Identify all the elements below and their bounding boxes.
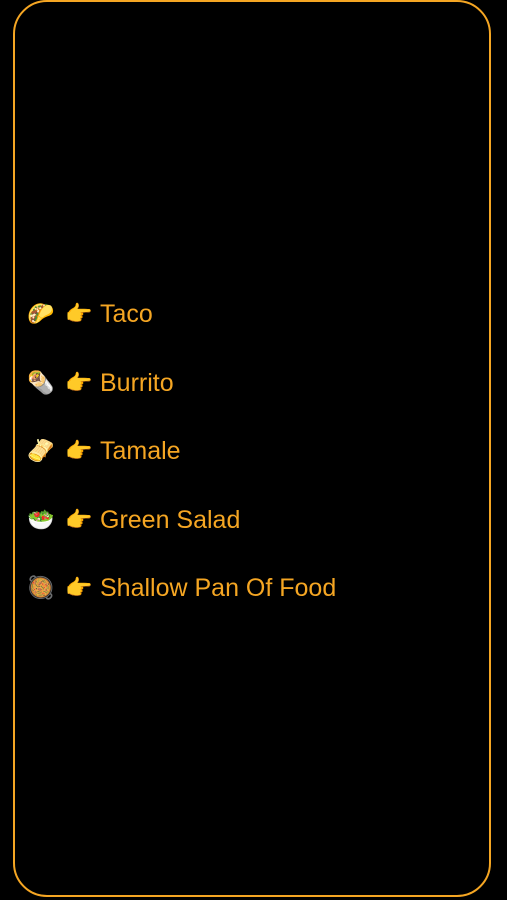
shallow-pan-of-food-icon: 🥘 — [27, 575, 55, 600]
list-item-label: Green Salad — [100, 505, 241, 534]
pointing-hand-icon: 👉 — [65, 438, 93, 463]
list-item-label: Tamale — [100, 437, 181, 465]
pointing-hand-icon: 👉 — [65, 506, 93, 532]
list-item-taco[interactable]: 🌮 👉 Taco — [26, 294, 486, 334]
food-list: 🌮 👉 Taco 🌯 👉 Burrito 🫔 👉 Tamale 🥗 👉 Gree… — [26, 294, 486, 608]
list-item-label: Burrito — [100, 368, 174, 397]
list-item-green-salad[interactable]: 🥗 👉 Green Salad — [26, 500, 486, 540]
pointing-hand-icon: 👉 — [65, 369, 93, 395]
pointing-hand-icon: 👉 — [65, 301, 93, 326]
list-item-label: Shallow Pan Of Food — [100, 574, 337, 602]
list-item-shallow-pan-of-food[interactable]: 🥘 👉 Shallow Pan Of Food — [26, 568, 486, 608]
list-item-burrito[interactable]: 🌯 👉 Burrito — [26, 363, 486, 403]
tamale-icon: 🫔 — [27, 438, 55, 463]
green-salad-icon: 🥗 — [27, 506, 55, 532]
taco-icon: 🌮 — [27, 301, 55, 326]
list-item-label: Taco — [100, 300, 153, 328]
burrito-icon: 🌯 — [27, 369, 55, 395]
list-item-tamale[interactable]: 🫔 👉 Tamale — [26, 431, 486, 471]
pointing-hand-icon: 👉 — [65, 575, 93, 600]
